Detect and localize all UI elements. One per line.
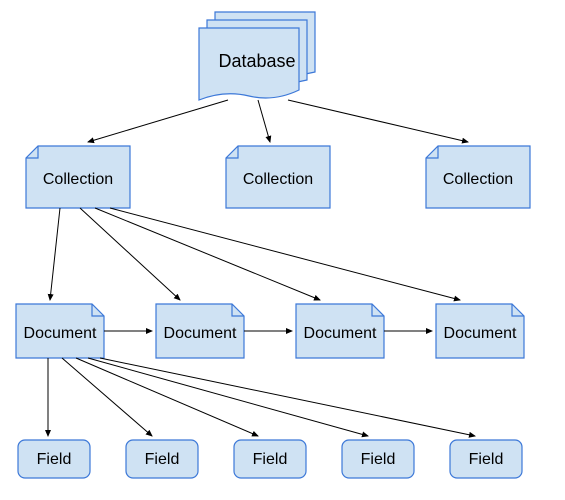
field-label: Field (469, 451, 504, 468)
collection-label: Collection (443, 171, 513, 188)
field-node: Field (126, 440, 198, 478)
document-label: Document (24, 325, 97, 342)
field-label: Field (253, 451, 288, 468)
collection-label: Collection (243, 171, 313, 188)
field-node: Field (342, 440, 414, 478)
field-label: Field (361, 451, 396, 468)
database-node: Database (199, 12, 315, 100)
collection-node: Collection (226, 146, 330, 208)
field-node: Field (18, 440, 90, 478)
db-to-collections-arrows (88, 100, 468, 142)
field-label: Field (37, 451, 72, 468)
field-node: Field (450, 440, 522, 478)
document-label: Document (164, 325, 237, 342)
document-label: Document (304, 325, 377, 342)
database-label: Database (218, 51, 295, 71)
document-label: Document (444, 325, 517, 342)
collection-label: Collection (43, 171, 113, 188)
collection-node: Collection (26, 146, 130, 208)
document-node: Document (156, 304, 244, 358)
collection-node: Collection (426, 146, 530, 208)
document-to-fields-arrows (48, 358, 475, 436)
document-node: Document (436, 304, 524, 358)
document-node: Document (296, 304, 384, 358)
document-node: Document (16, 304, 104, 358)
collection-to-documents-arrows (50, 208, 460, 300)
field-label: Field (145, 451, 180, 468)
field-node: Field (234, 440, 306, 478)
